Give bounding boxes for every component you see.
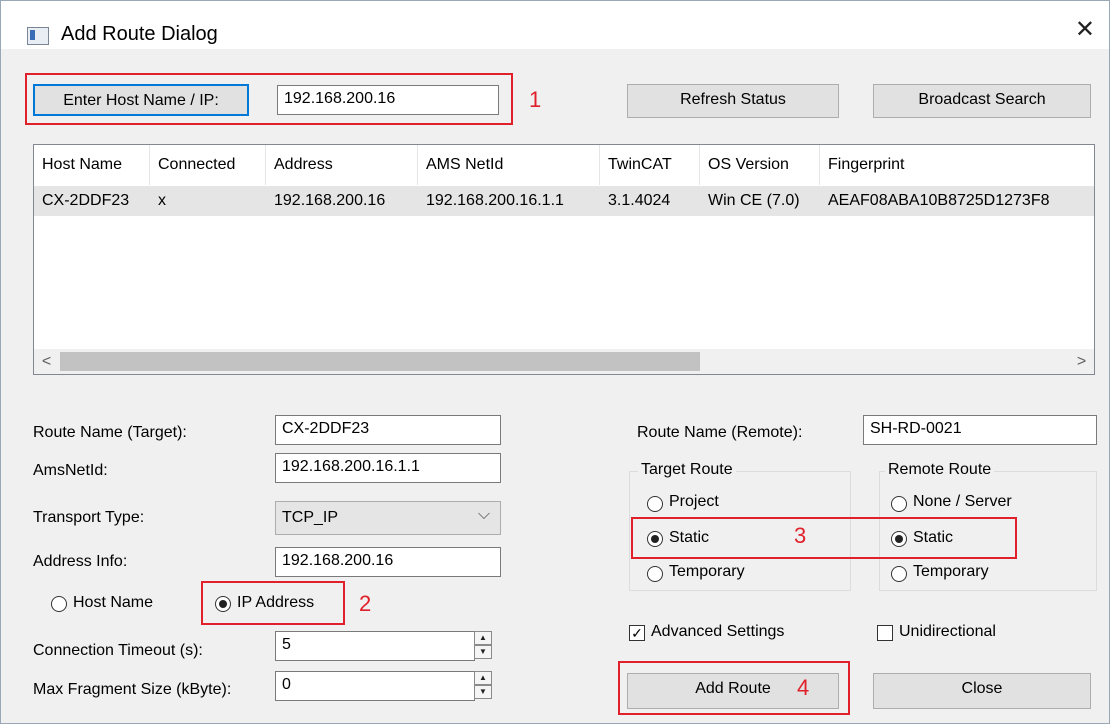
connection-timeout-label: Connection Timeout (s): <box>33 642 203 659</box>
annotation-box-4 <box>618 661 850 715</box>
target-temporary-radio[interactable] <box>647 566 663 582</box>
cell-host-name: CX-2DDF23 <box>42 192 130 209</box>
spin-up-icon[interactable]: ▲ <box>474 631 492 645</box>
target-project-radio[interactable] <box>647 496 663 512</box>
annotation-number-1: 1 <box>529 87 542 112</box>
target-temporary-label: Temporary <box>669 563 745 580</box>
close-icon[interactable]: ✕ <box>1075 18 1095 42</box>
host-list[interactable]: Host Name Connected Address AMS NetId Tw… <box>33 144 1095 375</box>
remote-none-radio[interactable] <box>891 496 907 512</box>
target-route-title: Target Route <box>638 461 736 479</box>
remote-temporary-label: Temporary <box>913 563 989 580</box>
broadcast-search-button[interactable]: Broadcast Search <box>873 84 1091 118</box>
transport-type-label: Transport Type: <box>33 509 145 526</box>
column-fingerprint[interactable]: Fingerprint <box>820 145 1094 185</box>
amsnetid-input[interactable]: 192.168.200.16.1.1 <box>275 453 501 483</box>
scroll-left-icon[interactable]: < <box>34 349 59 374</box>
target-project-label: Project <box>669 493 719 510</box>
spin-down-icon[interactable]: ▼ <box>474 645 492 659</box>
connection-timeout-input[interactable]: 5 <box>275 631 475 661</box>
host-name-radio[interactable] <box>51 596 67 612</box>
broadcast-search-label: Broadcast Search <box>918 91 1046 108</box>
title-bar: Add Route Dialog ✕ <box>1 1 1109 49</box>
column-os-version[interactable]: OS Version <box>700 145 820 185</box>
spin-up-icon[interactable]: ▲ <box>474 671 492 685</box>
remote-route-title: Remote Route <box>885 461 995 479</box>
cell-os-version: Win CE (7.0) <box>708 192 800 209</box>
remote-none-label: None / Server <box>913 493 1012 510</box>
spin-down-icon[interactable]: ▼ <box>474 685 492 699</box>
host-name-radio-label: Host Name <box>73 594 154 611</box>
add-route-dialog: Add Route Dialog ✕ Enter Host Name / IP:… <box>0 0 1110 724</box>
cell-twincat: 3.1.4024 <box>608 192 671 209</box>
advanced-settings-checkbox[interactable]: ✓ <box>629 625 645 641</box>
annotation-box-3 <box>631 517 1017 559</box>
advanced-settings-label: Advanced Settings <box>651 623 785 640</box>
annotation-number-4: 4 <box>797 675 810 700</box>
column-twincat[interactable]: TwinCAT <box>600 145 700 185</box>
annotation-box-1 <box>25 73 513 125</box>
unidirectional-checkbox[interactable] <box>877 625 893 641</box>
connection-timeout-stepper[interactable]: ▲ ▼ <box>474 631 492 661</box>
close-button[interactable]: Close <box>873 673 1091 709</box>
refresh-status-label: Refresh Status <box>680 91 786 108</box>
route-name-target-label: Route Name (Target): <box>33 424 187 441</box>
annotation-number-3: 3 <box>794 523 807 548</box>
dialog-title: Add Route Dialog <box>61 23 218 45</box>
remote-temporary-radio[interactable] <box>891 566 907 582</box>
annotation-box-2 <box>201 581 345 625</box>
scrollbar-thumb[interactable] <box>60 352 700 371</box>
route-name-remote-label: Route Name (Remote): <box>637 424 803 441</box>
app-icon <box>27 27 49 45</box>
list-header: Host Name Connected Address AMS NetId Tw… <box>34 145 1094 185</box>
scroll-right-icon[interactable]: > <box>1069 349 1094 374</box>
max-fragment-input[interactable]: 0 <box>275 671 475 701</box>
max-fragment-label: Max Fragment Size (kByte): <box>33 681 232 698</box>
cell-fingerprint: AEAF08ABA10B8725D1273F8 <box>828 192 1050 209</box>
unidirectional-label: Unidirectional <box>899 623 996 640</box>
transport-type-value: TCP_IP <box>282 509 339 526</box>
column-address[interactable]: Address <box>266 145 418 185</box>
route-name-remote-input[interactable]: SH-RD-0021 <box>863 415 1097 445</box>
horizontal-scrollbar[interactable]: < > <box>34 349 1094 374</box>
cell-ams-netid: 192.168.200.16.1.1 <box>426 192 564 209</box>
refresh-status-button[interactable]: Refresh Status <box>627 84 839 118</box>
cell-connected: x <box>158 192 166 209</box>
close-button-label: Close <box>961 680 1003 697</box>
column-host-name[interactable]: Host Name <box>34 145 150 185</box>
cell-address: 192.168.200.16 <box>274 192 386 209</box>
table-row[interactable]: CX-2DDF23 x 192.168.200.16 192.168.200.1… <box>34 186 1094 216</box>
column-connected[interactable]: Connected <box>150 145 266 185</box>
chevron-down-icon: ⌵ <box>477 506 490 523</box>
route-name-target-input[interactable]: CX-2DDF23 <box>275 415 501 445</box>
address-info-label: Address Info: <box>33 553 128 570</box>
amsnetid-label: AmsNetId: <box>33 462 108 479</box>
address-info-input[interactable]: 192.168.200.16 <box>275 547 501 577</box>
max-fragment-stepper[interactable]: ▲ ▼ <box>474 671 492 701</box>
annotation-number-2: 2 <box>359 591 372 616</box>
transport-type-select[interactable]: TCP_IP ⌵ <box>275 501 501 535</box>
column-ams-netid[interactable]: AMS NetId <box>418 145 600 185</box>
